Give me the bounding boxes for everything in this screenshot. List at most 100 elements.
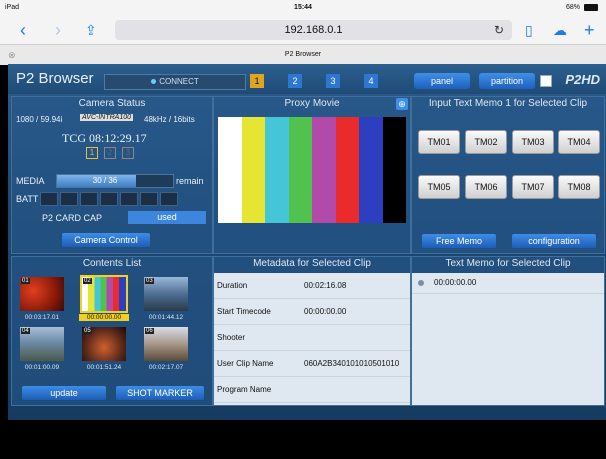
battery-icon [584, 4, 598, 11]
media-label: MEDIA [16, 176, 45, 186]
metadata-key: Start Timecode [217, 307, 271, 316]
slot-button-2[interactable]: 2 [288, 74, 302, 88]
contents-list-panel: Contents List 01 00:03:17.01 02 00:00:00.00… [11, 256, 213, 406]
tm07-button[interactable]: TM07 [512, 175, 554, 199]
clip-timecode: 00:02:17.07 [148, 364, 184, 371]
tm02-button[interactable]: TM02 [465, 130, 507, 154]
metadata-value: 060A2B340101010501010 [304, 359, 400, 368]
audio-format: 48kHz / 16bits [144, 115, 195, 124]
layout-toggle-icon[interactable] [540, 75, 552, 87]
memo-timecode: 00:00:00.00 [434, 278, 477, 287]
clip-number: 03 [145, 278, 154, 284]
clip-thumbnail[interactable]: 03 [144, 277, 188, 311]
slot-button-4[interactable]: 4 [364, 74, 378, 88]
status-bar: iPad 15:44 68% [0, 0, 606, 16]
input-text-memo-panel: Input Text Memo 1 for Selected Clip TM01… [411, 96, 605, 254]
app-top-bar: P2 Browser CONNECT 1 2 3 4 panel partiti… [8, 64, 606, 94]
connect-status[interactable]: CONNECT [104, 74, 246, 90]
tm05-button[interactable]: TM05 [418, 175, 460, 199]
metadata-value: 00:02:16.08 [304, 281, 347, 290]
tab-close-icon[interactable]: ⊗ [8, 45, 16, 65]
free-memo-button[interactable]: Free Memo [422, 234, 496, 248]
panel-button[interactable]: panel [414, 73, 470, 89]
clip-number: 06 [145, 328, 154, 334]
tab-bar[interactable]: ⊗ P2 Browser [0, 44, 606, 65]
bookmarks-icon[interactable]: ▯ [525, 20, 533, 40]
tm08-button[interactable]: TM08 [558, 175, 600, 199]
battery-cell [140, 192, 158, 206]
camera-status-panel: Camera Status 1080 / 59.94i AVC-INTRA100… [11, 96, 213, 254]
metadata-key: Duration [217, 281, 248, 290]
color-bar [288, 117, 312, 223]
battery-cell [120, 192, 138, 206]
input-text-memo-title: Input Text Memo 1 for Selected Clip [428, 98, 588, 109]
p2-card-cap-value[interactable]: used [128, 211, 206, 224]
tm04-button[interactable]: TM04 [558, 130, 600, 154]
metadata-title: Metadata for Selected Clip [253, 258, 371, 269]
clip-timecode: 00:00:00.00 [79, 314, 129, 321]
color-bar [312, 117, 336, 223]
update-button[interactable]: update [22, 386, 106, 400]
url-text: 192.168.0.1 [284, 24, 343, 36]
battery-cell [80, 192, 98, 206]
metadata-row: Start Timecode 00:00:00.00 [214, 299, 410, 325]
text-memo-title: Text Memo for Selected Clip [445, 258, 571, 269]
camera-status-title: Camera Status [78, 98, 146, 109]
text-memo-entry[interactable]: 00:00:00.00 [412, 273, 604, 294]
clip-thumbnail[interactable]: 05 [82, 327, 126, 361]
clip-number: 04 [21, 328, 30, 334]
memo-marker-icon [418, 280, 424, 286]
metadata-value: 00:00:00.00 [304, 307, 347, 316]
tm06-button[interactable]: TM06 [465, 175, 507, 199]
color-bar [218, 117, 242, 223]
clip-timecode: 00:01:00.09 [24, 364, 60, 371]
connect-label: CONNECT [159, 77, 199, 86]
tm03-button[interactable]: TM03 [512, 130, 554, 154]
cloud-icon[interactable]: ☁ [553, 20, 567, 40]
clip-timecode: 00:03:17.01 [24, 314, 60, 321]
zoom-icon[interactable]: ⊕ [396, 98, 408, 110]
media-gauge: 30 / 36 [56, 174, 174, 188]
metadata-row: Shooter [214, 325, 410, 351]
clip-timecode: 00:01:44.12 [148, 314, 184, 321]
back-icon[interactable]: ‹ [20, 20, 26, 40]
clip-thumbnail[interactable]: 01 [20, 277, 64, 311]
clip-thumbnail[interactable]: 06 [144, 327, 188, 361]
slot-button-3[interactable]: 3 [326, 74, 340, 88]
clip-number: 02 [83, 278, 92, 284]
metadata-row: Program Name [214, 377, 410, 403]
new-tab-icon[interactable]: + [584, 20, 595, 40]
tm01-button[interactable]: TM01 [418, 130, 460, 154]
reload-icon[interactable]: ↻ [494, 20, 504, 40]
partition-button[interactable]: partition [479, 73, 535, 89]
battery-cell [60, 192, 78, 206]
metadata-key: Program Name [217, 385, 272, 394]
video-format: 1080 / 59.94i [16, 115, 63, 124]
clock: 15:44 [294, 4, 312, 11]
clip-thumbnail[interactable]: 04 [20, 327, 64, 361]
card-slot-1: 1 [86, 147, 98, 159]
tab-title: P2 Browser [284, 51, 322, 58]
camera-control-button[interactable]: Camera Control [62, 233, 150, 247]
tcg-timecode: TCG 08:12:29.17 [62, 131, 147, 145]
share-icon[interactable]: ⇪ [85, 20, 97, 40]
configuration-button[interactable]: configuration [512, 234, 596, 248]
clip-number: 01 [21, 278, 30, 284]
address-bar[interactable]: 192.168.0.1 ↻ [115, 20, 512, 40]
codec-badge: AVC-INTRA100 [80, 114, 134, 121]
clip-timecode: 00:01:51.24 [86, 364, 122, 371]
clip-thumbnail[interactable]: 02 [80, 275, 128, 313]
proxy-video-frame[interactable] [218, 117, 406, 223]
p2hd-logo: P2HD [565, 72, 600, 87]
media-value: 30 / 36 [92, 176, 118, 185]
connect-indicator-icon [151, 79, 157, 84]
app-brand: P2 Browser [16, 70, 94, 87]
forward-icon[interactable]: › [55, 20, 61, 40]
remain-label: remain [176, 176, 204, 186]
battery-cell [100, 192, 118, 206]
color-bar [265, 117, 289, 223]
slot-button-1[interactable]: 1 [250, 74, 264, 88]
proxy-movie-panel: Proxy Movie ⊕ [213, 96, 411, 254]
shot-marker-button[interactable]: SHOT MARKER [116, 386, 204, 400]
batt-label: BATT [16, 194, 39, 204]
